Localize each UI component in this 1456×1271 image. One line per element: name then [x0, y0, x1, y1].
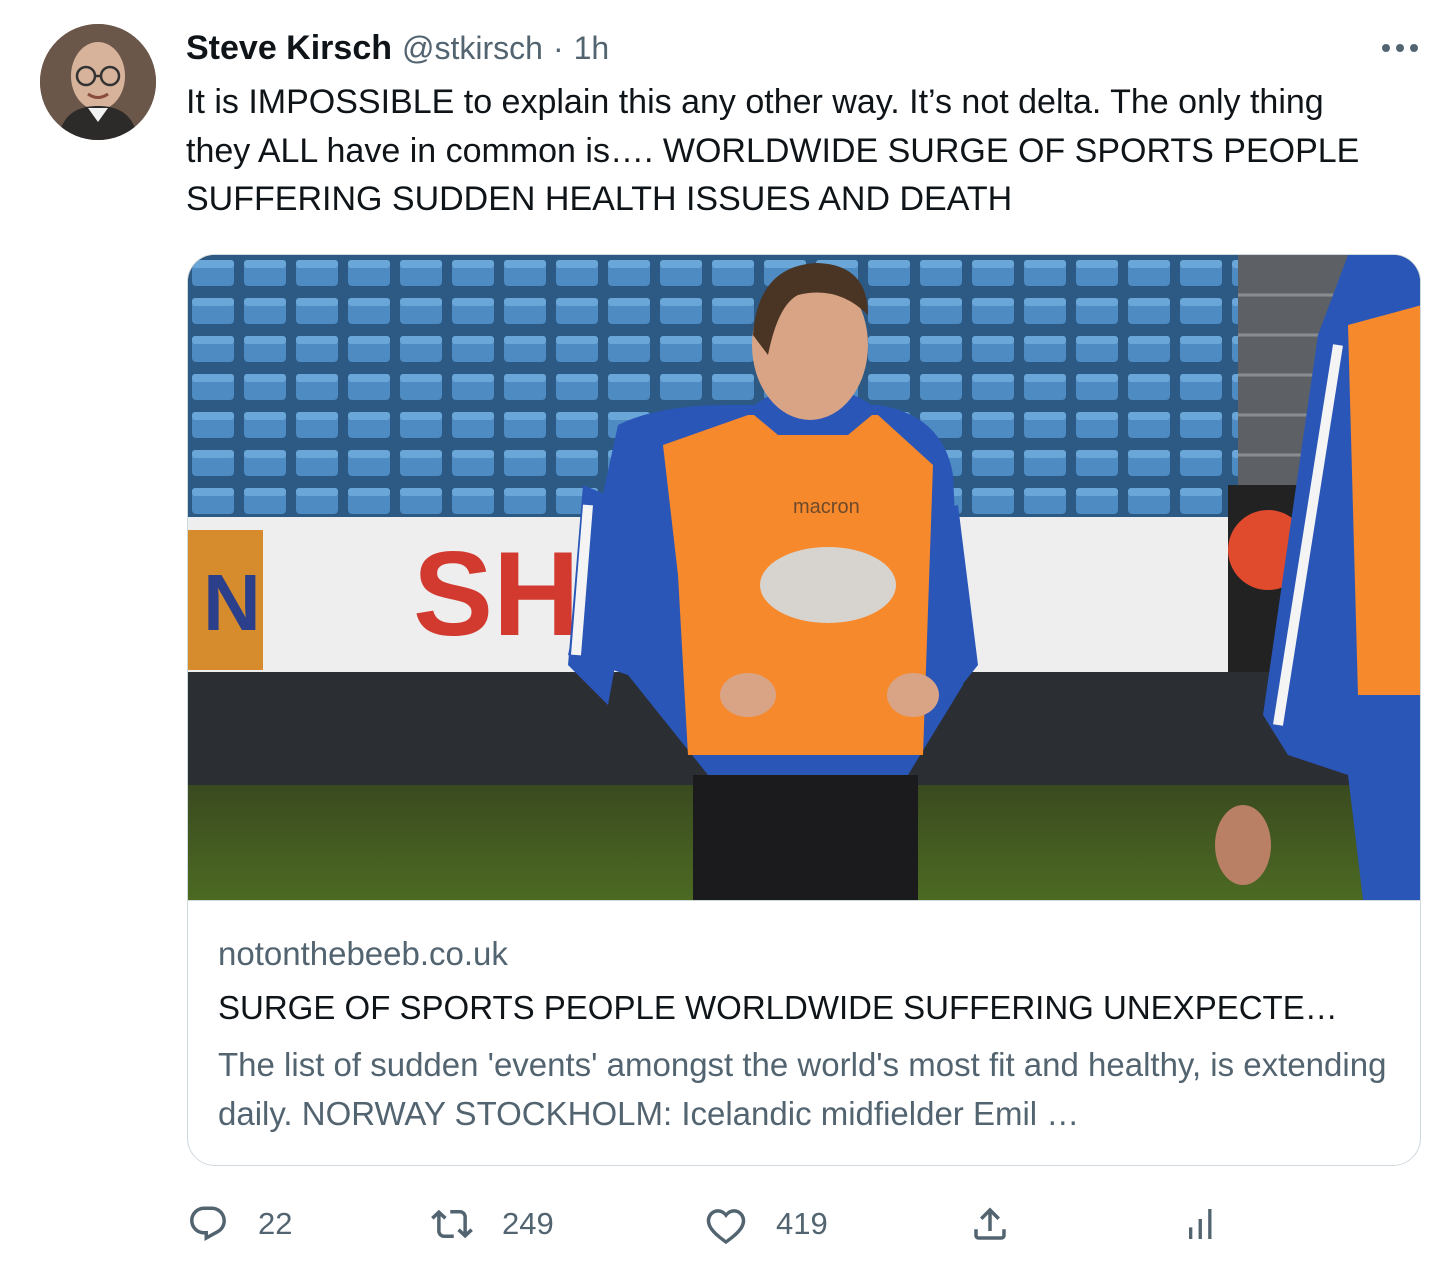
separator-dot: · — [552, 29, 564, 66]
tweet-header: Steve Kirsch @stkirsch · 1h — [186, 26, 609, 70]
tweet-time[interactable]: 1h — [574, 30, 610, 67]
reply-count: 22 — [258, 1206, 293, 1241]
share-button[interactable] — [968, 1198, 1012, 1250]
author-name[interactable]: Steve Kirsch — [186, 29, 392, 68]
more-button[interactable] — [1378, 28, 1422, 68]
reply-icon — [186, 1202, 230, 1246]
retweet-icon — [430, 1202, 474, 1246]
link-card[interactable]: N SH macron notonthebeeb.co.uk SURGE OF … — [187, 254, 1421, 1166]
card-description: The list of sudden 'events' amongst the … — [218, 1046, 1387, 1132]
bib-brand: macron — [793, 496, 860, 518]
share-icon — [968, 1202, 1012, 1246]
image-side-letter: N — [203, 558, 261, 647]
tweet-actions: 22 249 419 — [0, 1190, 1456, 1260]
analytics-button[interactable] — [1182, 1198, 1226, 1250]
retweet-button[interactable]: 249 — [430, 1198, 554, 1250]
tweet-text: It is IMPOSSIBLE to explain this any oth… — [186, 83, 1360, 218]
avatar[interactable] — [40, 24, 156, 140]
retweet-count: 249 — [502, 1206, 554, 1241]
avatar-image — [40, 24, 156, 140]
card-image: N SH macron — [188, 255, 1420, 901]
more-icon — [1382, 44, 1418, 52]
reply-button[interactable]: 22 — [186, 1198, 292, 1250]
like-icon — [704, 1202, 748, 1246]
author-handle[interactable]: @stkirsch — [402, 30, 543, 67]
like-count: 419 — [776, 1206, 828, 1241]
like-button[interactable]: 419 — [704, 1198, 828, 1250]
card-domain[interactable]: notonthebeeb.co.uk — [218, 935, 508, 973]
card-title[interactable]: SURGE OF SPORTS PEOPLE WORLDWIDE SUFFERI… — [218, 989, 1388, 1027]
image-sign-text: SH — [413, 527, 580, 661]
analytics-icon — [1182, 1202, 1226, 1246]
